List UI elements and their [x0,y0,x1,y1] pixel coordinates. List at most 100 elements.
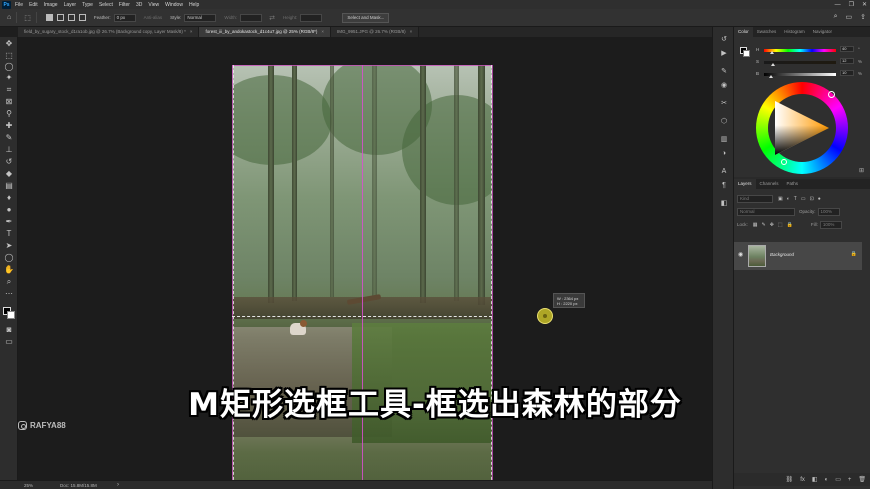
rectangular-marquee-tool-icon[interactable]: ⬚ [4,51,14,61]
saturation-bar[interactable] [764,61,836,64]
style-select[interactable]: Normal [184,13,217,22]
adjustment-filter-icon[interactable]: ◐ [787,196,790,202]
close-icon[interactable]: × [190,29,193,34]
libraries-icon[interactable]: ▥ [719,135,729,145]
swap-icon[interactable]: ⇄ [269,14,275,22]
color-triangle[interactable] [775,101,829,155]
gradient-tool-icon[interactable]: ▤ [4,181,14,191]
restore-icon[interactable]: ❐ [849,1,854,8]
frame-tool-icon[interactable]: ⊠ [4,97,14,107]
share-icon[interactable]: ⇪ [860,13,866,21]
move-tool-icon[interactable]: ✥ [4,39,14,49]
tab-paths[interactable]: Paths [783,179,803,189]
magic-wand-tool-icon[interactable]: ✦ [4,73,14,83]
lock-artboard-icon[interactable]: ⬚ [778,222,783,228]
menu-select[interactable]: Select [99,2,113,8]
tab-channels[interactable]: Channels [756,179,783,189]
hand-tool-icon[interactable]: ✋ [4,265,14,275]
lock-position-icon[interactable]: ✥ [770,222,774,228]
height-input[interactable] [300,13,323,22]
background-color-swatch[interactable] [743,50,750,57]
opacity-input[interactable]: 100% [817,207,840,216]
menu-view[interactable]: View [148,2,159,8]
intersect-selection-icon[interactable] [78,14,86,21]
hue-value[interactable]: 40 [840,46,854,52]
close-icon[interactable]: × [410,29,413,34]
clone-stamp-tool-icon[interactable]: ⊥ [4,145,14,155]
hue-bar[interactable] [764,49,836,52]
menu-edit[interactable]: Edit [29,2,38,8]
home-icon[interactable]: ⌂ [7,14,11,21]
layer-row-background[interactable]: ◉ Background 🔒 [734,242,862,270]
brightness-bar[interactable] [764,73,836,76]
new-selection-icon[interactable] [45,14,53,21]
link-layers-icon[interactable]: ⛓ [786,476,794,483]
search-icon[interactable]: ⌕ [834,13,838,21]
hue-slider[interactable]: H 40 ° [756,46,868,55]
blur-tool-icon[interactable]: ♦ [4,193,14,203]
menu-3d[interactable]: 3D [136,2,142,8]
lock-all-icon[interactable]: 🔒 [787,222,793,228]
tab-histogram[interactable]: Histogram [780,27,809,37]
eyedropper-tool-icon[interactable]: ⚲ [4,109,14,119]
brush-tool-icon[interactable]: ✎ [4,133,14,143]
character-icon[interactable]: A [719,167,729,177]
3d-icon[interactable]: ⬡ [719,117,729,127]
play-icon[interactable]: ▶ [719,49,729,59]
brightness-slider[interactable]: B 10 % [756,70,868,79]
history-brush-tool-icon[interactable]: ↺ [4,157,14,167]
filter-toggle-icon[interactable]: ● [818,196,821,202]
tab-document-2[interactable]: forest_iii_by_andokastock_d1c4u7.jpg @ 2… [199,27,331,37]
smart-filter-icon[interactable]: ⊡ [810,196,814,202]
chevron-right-icon[interactable]: › [117,482,119,488]
zoom-tool-icon[interactable]: ⌕ [4,277,14,287]
menu-file[interactable]: File [15,2,23,8]
minimize-icon[interactable]: — [835,2,841,8]
eraser-tool-icon[interactable]: ◆ [4,169,14,179]
menu-type[interactable]: Type [82,2,93,8]
subtract-selection-icon[interactable] [67,14,75,21]
tab-navigator[interactable]: Navigator [809,27,836,37]
paragraph-icon[interactable]: ¶ [719,181,729,191]
tab-color[interactable]: Color [734,27,753,37]
new-group-icon[interactable]: ▭ [835,476,841,483]
pen-tool-icon[interactable]: ✒ [4,217,14,227]
ellipse-tool-icon[interactable]: ◯ [4,253,14,263]
width-input[interactable] [240,13,263,22]
menu-image[interactable]: Image [44,2,58,8]
brightness-knob[interactable] [769,75,774,78]
new-layer-icon[interactable]: + [848,477,852,483]
layer-comps-icon[interactable]: ◧ [719,199,729,209]
screen-mode-icon[interactable]: ▭ [4,337,14,347]
dodge-tool-icon[interactable]: ● [4,205,14,215]
healing-brush-tool-icon[interactable]: ✚ [4,121,14,131]
add-mask-icon[interactable]: ◧ [812,476,818,483]
image-filter-icon[interactable]: ▣ [778,196,783,202]
layer-name[interactable]: Background [770,252,794,257]
lasso-tool-icon[interactable]: ◯ [4,62,14,72]
lock-transparency-icon[interactable]: ▦ [753,222,758,228]
tab-document-3[interactable]: IMG_9951.JPG @ 26.7% (RGB/8) × [331,27,420,37]
menu-window[interactable]: Window [165,2,183,8]
hue-picker-ring[interactable] [828,91,835,98]
shape-filter-icon[interactable]: ▭ [801,196,806,202]
quick-mask-icon[interactable]: ◙ [4,325,14,335]
tab-swatches[interactable]: Swatches [753,27,781,37]
menu-help[interactable]: Help [189,2,199,8]
close-icon[interactable]: ✕ [862,1,867,8]
marquee-preset-icon[interactable]: ⬚ [24,14,31,22]
type-filter-icon[interactable]: T [794,196,797,202]
tab-document-1[interactable]: field_by_sugary_stock_d1ra1ob.jpg @ 26.7… [18,27,200,37]
layer-style-icon[interactable]: fx [800,477,805,483]
select-and-mask-button[interactable]: Select and Mask... [342,12,390,23]
workspace-icon[interactable]: ▭ [846,13,853,21]
close-icon[interactable]: × [321,29,324,34]
adjustment-layer-icon[interactable]: ◐ [825,477,829,483]
color-picker-ring[interactable] [781,159,787,165]
eye-icon[interactable]: ◉ [738,251,743,258]
crop-tool-icon[interactable]: ⌗ [4,85,14,95]
antialias-checkbox[interactable]: Anti-alias [144,15,163,20]
fill-input[interactable]: 100% [819,220,842,229]
zoom-level[interactable]: 25% [24,483,33,488]
path-selection-tool-icon[interactable]: ➤ [4,241,14,251]
